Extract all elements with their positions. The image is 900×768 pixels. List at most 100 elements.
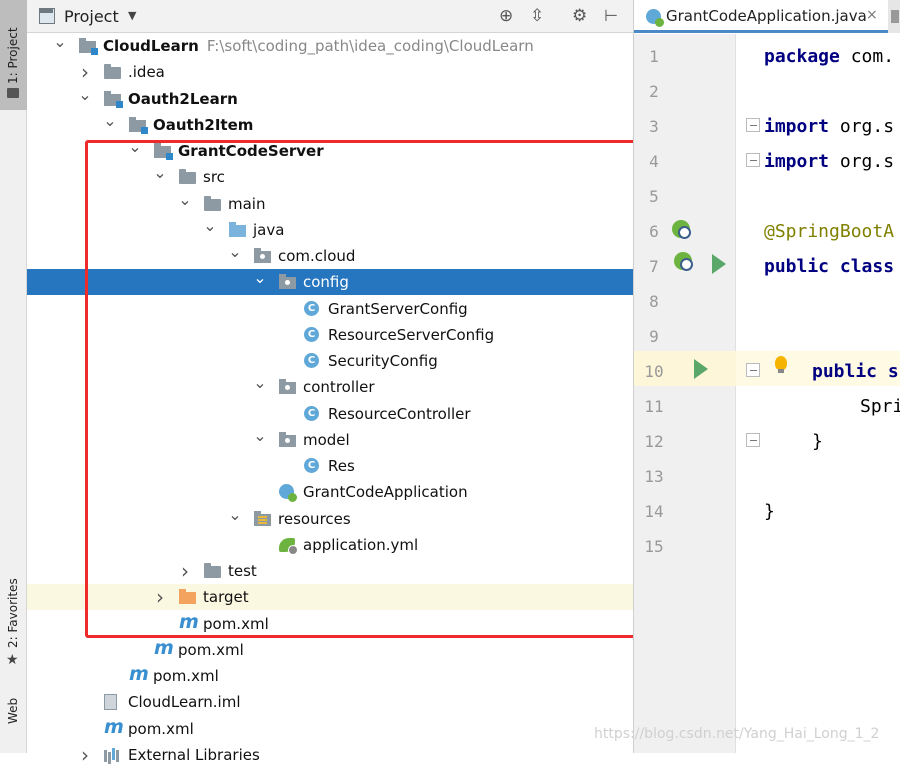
tree-item[interactable]: ⌄ Oauth2Learn [27, 85, 633, 112]
tree-item[interactable]: m pom.xml [27, 716, 633, 742]
code-line-1[interactable]: package com. [764, 39, 894, 74]
spring-bean-icon[interactable] [674, 252, 693, 271]
lightbulb-icon[interactable] [775, 356, 787, 373]
folder-icon [104, 64, 121, 80]
tree-item[interactable]: C SecurityConfig [27, 348, 633, 374]
chevron-down-icon[interactable]: ⌄ [253, 269, 267, 295]
tree-item[interactable]: ⌄ com.cloud [27, 243, 633, 269]
chevron-down-icon[interactable]: ⌄ [178, 190, 192, 217]
code-line-3[interactable]: import org.s [764, 109, 894, 144]
chevron-down-icon[interactable]: ▼ [128, 9, 136, 22]
tree-item-label: config [303, 273, 349, 292]
package-icon [279, 431, 296, 447]
tree-item[interactable]: ⌄ CloudLearn F:\soft\coding_path\idea_codi… [27, 33, 633, 59]
tree-item[interactable]: › External Libraries [27, 742, 633, 768]
chevron-down-icon[interactable]: ⌄ [253, 426, 267, 453]
editor-tab[interactable]: GrantCodeApplication.java × [634, 0, 888, 33]
chevron-down-icon[interactable]: ⌄ [228, 505, 242, 532]
code-line-11[interactable]: Spri [860, 389, 900, 424]
tree-item[interactable]: C ResourceServerConfig [27, 322, 633, 348]
tree-item[interactable]: C ResourceController [27, 401, 633, 427]
module-folder-icon [154, 143, 173, 160]
class-icon: C [304, 405, 319, 421]
tree-item[interactable]: C Res [27, 453, 633, 479]
tree-item[interactable]: ⌄ Oauth2Item [27, 111, 633, 138]
fold-marker-icon[interactable] [746, 153, 760, 167]
web-tool-tab-label: Web [6, 697, 20, 724]
maven-icon: m [179, 610, 199, 633]
project-panel-title[interactable]: Project [64, 7, 119, 26]
code-line-4[interactable]: import org.s [764, 144, 894, 179]
chevron-down-icon[interactable]: ⌄ [153, 164, 167, 190]
collapse-all-icon[interactable]: ⇳ [530, 6, 544, 26]
code-line-10[interactable]: public s [812, 354, 899, 389]
run-icon[interactable] [712, 254, 726, 274]
tree-item[interactable]: ⌄ config [27, 269, 633, 296]
hide-panel-icon[interactable]: ⊢ [604, 6, 618, 26]
chevron-down-icon[interactable]: ⌄ [253, 374, 267, 400]
tree-item-label: controller [303, 378, 375, 397]
project-tool-tab[interactable]: 1: Project [0, 0, 27, 110]
fold-marker-icon[interactable] [746, 433, 760, 447]
tree-item[interactable]: › target [27, 584, 633, 611]
fold-marker-icon[interactable] [746, 363, 760, 377]
tree-item[interactable]: › .idea [27, 59, 633, 85]
tree-item[interactable]: ⌄ controller [27, 374, 633, 400]
line-number: 11 [644, 397, 664, 416]
chevron-down-icon[interactable]: ⌄ [103, 111, 117, 138]
module-folder-icon [129, 116, 148, 134]
line-number: 9 [649, 327, 659, 346]
tree-item-label: target [203, 588, 249, 607]
tree-item[interactable]: m pom.xml [27, 637, 633, 663]
close-icon[interactable]: × [866, 7, 878, 23]
chevron-right-icon[interactable]: › [78, 742, 92, 768]
tree-item[interactable]: ⌄ GrantCodeServer [27, 138, 633, 164]
spring-boot-app-icon [279, 484, 297, 503]
maven-icon: m [104, 715, 124, 738]
line-number: 1 [649, 47, 659, 66]
code-line-6[interactable]: @SpringBootA [764, 214, 894, 249]
project-tool-tab-label: 1: Project [6, 27, 20, 84]
gear-icon[interactable]: ⚙ [572, 6, 587, 26]
tree-item[interactable]: ⌄ resources [27, 505, 633, 532]
tree-item[interactable]: ⌄ model [27, 426, 633, 453]
chevron-right-icon[interactable]: › [153, 584, 167, 610]
tree-item-label: ResourceServerConfig [328, 325, 495, 344]
tree-item[interactable]: m pom.xml [27, 611, 633, 637]
tree-item-label: resources [278, 509, 351, 528]
folder-icon [204, 195, 221, 211]
locate-target-icon[interactable]: ⊕ [499, 6, 513, 26]
tree-item[interactable]: CloudLearn.iml [27, 689, 633, 715]
tree-item[interactable]: C GrantServerConfig [27, 296, 633, 322]
code-line-12[interactable]: } [812, 424, 823, 459]
tree-item-label: pom.xml [178, 640, 244, 659]
editor-tab-label: GrantCodeApplication.java [666, 7, 867, 25]
spring-bean-icon[interactable] [672, 220, 691, 239]
chevron-down-icon[interactable]: ⌄ [203, 216, 217, 243]
chevron-down-icon[interactable]: ⌄ [53, 33, 67, 59]
chevron-down-icon[interactable]: ⌄ [128, 138, 142, 164]
tree-item[interactable]: GrantCodeApplication [27, 479, 633, 505]
chevron-right-icon[interactable]: › [178, 558, 192, 584]
tree-item[interactable]: ⌄ src [27, 164, 633, 190]
module-folder-icon [104, 90, 123, 108]
tree-item[interactable]: › test [27, 558, 633, 584]
tree-item[interactable]: m pom.xml [27, 663, 633, 689]
tree-item-label: CloudLearn F:\soft\coding_path\idea_codin… [103, 37, 534, 55]
tree-item-label: test [228, 562, 257, 580]
fold-marker-icon[interactable] [746, 118, 760, 132]
folder-icon [204, 563, 221, 578]
tree-item[interactable]: ⌄ java [27, 216, 633, 243]
chevron-down-icon[interactable]: ⌄ [228, 243, 242, 269]
tree-item-label: GrantCodeServer [178, 142, 324, 160]
run-icon[interactable] [694, 359, 708, 379]
line-number: 5 [649, 187, 659, 206]
code-line-14[interactable]: } [764, 494, 775, 529]
code-line-7[interactable]: public class [764, 249, 894, 284]
chevron-right-icon[interactable]: › [78, 59, 92, 85]
tree-item[interactable]: application.yml [27, 532, 633, 558]
tab-overflow-icon[interactable] [888, 0, 900, 33]
tree-item[interactable]: ⌄ main [27, 190, 633, 217]
class-icon: C [304, 326, 319, 342]
chevron-down-icon[interactable]: ⌄ [78, 85, 92, 112]
